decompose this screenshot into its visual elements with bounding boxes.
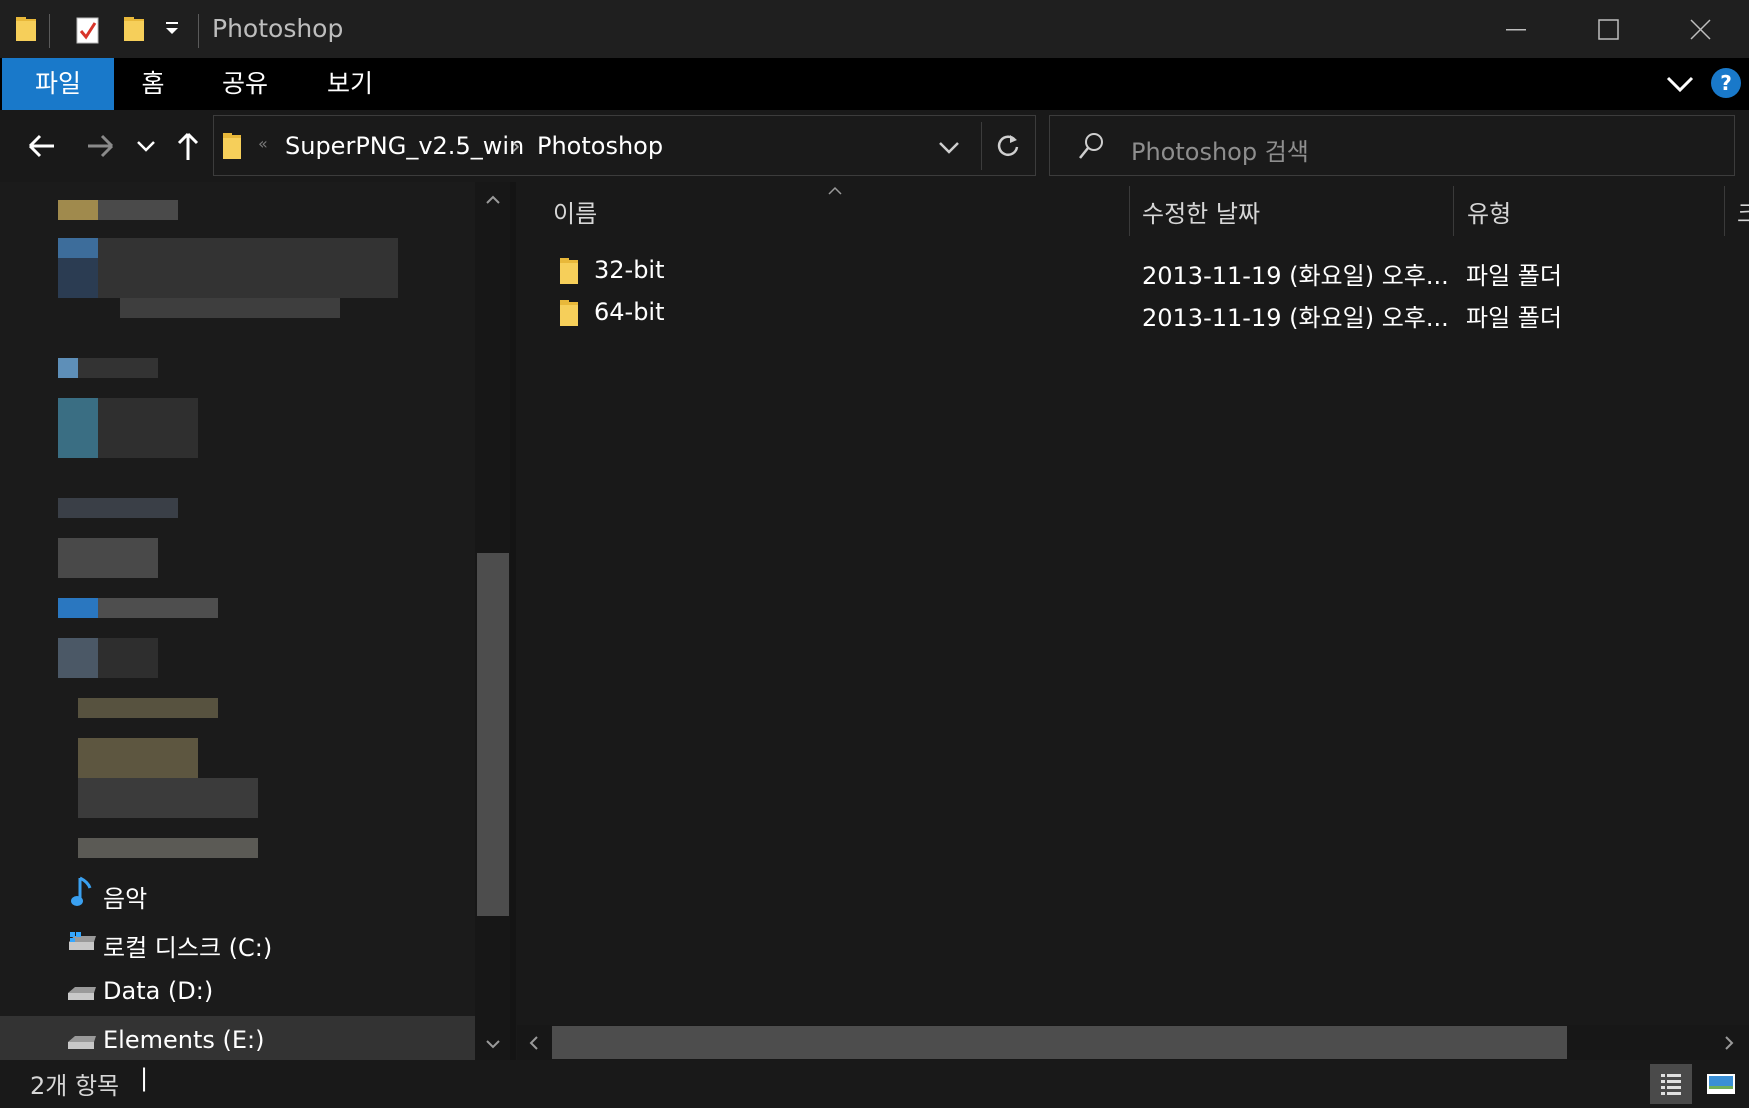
censored-block bbox=[78, 838, 258, 858]
nav-item-local-disk-c[interactable]: 로컬 디스크 (C:) bbox=[103, 928, 272, 963]
file-type: 파일 폴더 bbox=[1466, 262, 1562, 290]
scroll-right-arrow-icon[interactable] bbox=[1722, 1034, 1736, 1056]
censored-block bbox=[78, 738, 198, 778]
censored-block bbox=[98, 238, 398, 298]
status-divider: | bbox=[140, 1064, 149, 1092]
windows-drive-icon bbox=[66, 930, 96, 958]
folder-icon bbox=[221, 132, 243, 164]
censored-block bbox=[98, 200, 178, 220]
close-button[interactable] bbox=[1654, 0, 1749, 58]
breadcrumb-item[interactable]: Photoshop bbox=[537, 132, 663, 160]
status-bar bbox=[0, 1060, 1749, 1108]
forward-arrow-icon[interactable] bbox=[80, 122, 120, 170]
address-separator bbox=[981, 122, 982, 170]
censored-block bbox=[58, 258, 98, 298]
sort-ascending-icon bbox=[826, 182, 844, 201]
nav-item-data-d[interactable]: Data (D:) bbox=[103, 977, 213, 1005]
censored-block bbox=[58, 398, 98, 458]
scroll-down-arrow-icon[interactable] bbox=[484, 1036, 502, 1055]
music-note-icon bbox=[70, 876, 94, 912]
properties-icon[interactable] bbox=[76, 16, 100, 48]
nav-item-music[interactable]: 음악 bbox=[103, 879, 147, 914]
item-count: 2개 항목 bbox=[30, 1072, 120, 1100]
breadcrumb-item[interactable]: SuperPNG_v2.5_win bbox=[285, 132, 524, 160]
breadcrumb-separator[interactable]: › bbox=[511, 132, 521, 160]
censored-block bbox=[98, 638, 158, 678]
details-view-button[interactable] bbox=[1650, 1064, 1692, 1104]
censored-block bbox=[58, 638, 98, 678]
censored-block bbox=[58, 538, 158, 578]
column-separator[interactable] bbox=[1453, 186, 1454, 236]
search-box[interactable]: Photoshop 검색 bbox=[1049, 115, 1735, 176]
toolbar-separator bbox=[198, 14, 199, 48]
minimize-button[interactable] bbox=[1470, 0, 1562, 58]
back-arrow-icon[interactable] bbox=[22, 122, 62, 170]
nav-pane-scroll-thumb[interactable] bbox=[477, 553, 509, 916]
column-separator[interactable] bbox=[1724, 186, 1725, 236]
drive-icon bbox=[66, 984, 96, 1008]
maximize-button[interactable] bbox=[1562, 0, 1654, 58]
window-title: Photoshop bbox=[212, 14, 344, 43]
toolbar-separator bbox=[49, 14, 50, 48]
file-name[interactable]: 64-bit bbox=[594, 298, 665, 326]
column-separator[interactable] bbox=[1129, 186, 1130, 236]
tab-file[interactable]: 파일 bbox=[2, 58, 114, 110]
file-date: 2013-11-19 (화요일) 오후... bbox=[1142, 262, 1449, 290]
scroll-left-arrow-icon[interactable] bbox=[527, 1034, 541, 1056]
quick-access-dropdown-icon[interactable] bbox=[164, 18, 180, 42]
censored-block bbox=[98, 598, 218, 618]
new-folder-icon[interactable] bbox=[122, 16, 146, 46]
column-header-size[interactable]: 크 bbox=[1737, 194, 1749, 229]
help-button[interactable]: ? bbox=[1711, 68, 1741, 98]
file-date: 2013-11-19 (화요일) 오후... bbox=[1142, 304, 1449, 332]
folder-icon bbox=[558, 257, 580, 289]
censored-block bbox=[58, 358, 78, 378]
title-bar: Photoshop bbox=[0, 0, 1749, 58]
censored-block bbox=[58, 598, 98, 618]
file-row[interactable]: 32-bit 2013-11-19 (화요일) 오후... 파일 폴더 bbox=[540, 250, 1740, 292]
refresh-icon[interactable] bbox=[994, 132, 1022, 164]
file-name[interactable]: 32-bit bbox=[594, 256, 665, 284]
address-bar[interactable]: « SuperPNG_v2.5_win › Photoshop bbox=[213, 115, 1036, 176]
file-type: 파일 폴더 bbox=[1466, 304, 1562, 332]
nav-item-elements-e[interactable]: Elements (E:) bbox=[103, 1026, 264, 1054]
censored-block bbox=[58, 498, 178, 518]
censored-block bbox=[120, 298, 340, 318]
censored-block bbox=[98, 398, 198, 458]
censored-block bbox=[58, 238, 98, 258]
search-icon bbox=[1076, 130, 1106, 166]
censored-block bbox=[78, 698, 218, 718]
breadcrumb-overflow[interactable]: « bbox=[258, 134, 268, 153]
tab-home[interactable]: 홈 bbox=[114, 58, 192, 110]
folder-icon bbox=[14, 16, 38, 46]
up-arrow-icon[interactable] bbox=[168, 122, 208, 170]
address-history-chevron-icon[interactable] bbox=[936, 134, 962, 164]
horizontal-scroll-thumb[interactable] bbox=[552, 1026, 1567, 1059]
tab-share[interactable]: 공유 bbox=[200, 58, 290, 110]
folder-icon bbox=[558, 299, 580, 331]
file-row[interactable]: 64-bit 2013-11-19 (화요일) 오후... 파일 폴더 bbox=[540, 292, 1740, 334]
drive-icon bbox=[66, 1033, 96, 1057]
recent-locations-chevron-icon[interactable] bbox=[132, 122, 172, 170]
column-header-name[interactable]: 이름 bbox=[553, 194, 597, 229]
expand-ribbon-chevron-icon[interactable] bbox=[1665, 72, 1695, 100]
search-input[interactable]: Photoshop 검색 bbox=[1131, 132, 1309, 167]
scroll-up-arrow-icon[interactable] bbox=[484, 192, 502, 211]
censored-block bbox=[78, 778, 258, 818]
censored-block bbox=[58, 200, 98, 220]
large-icons-view-button[interactable] bbox=[1700, 1064, 1742, 1104]
column-header-type[interactable]: 유형 bbox=[1467, 194, 1511, 229]
censored-block bbox=[78, 358, 158, 378]
column-header-date[interactable]: 수정한 날짜 bbox=[1142, 194, 1260, 229]
tab-view[interactable]: 보기 bbox=[300, 58, 400, 110]
